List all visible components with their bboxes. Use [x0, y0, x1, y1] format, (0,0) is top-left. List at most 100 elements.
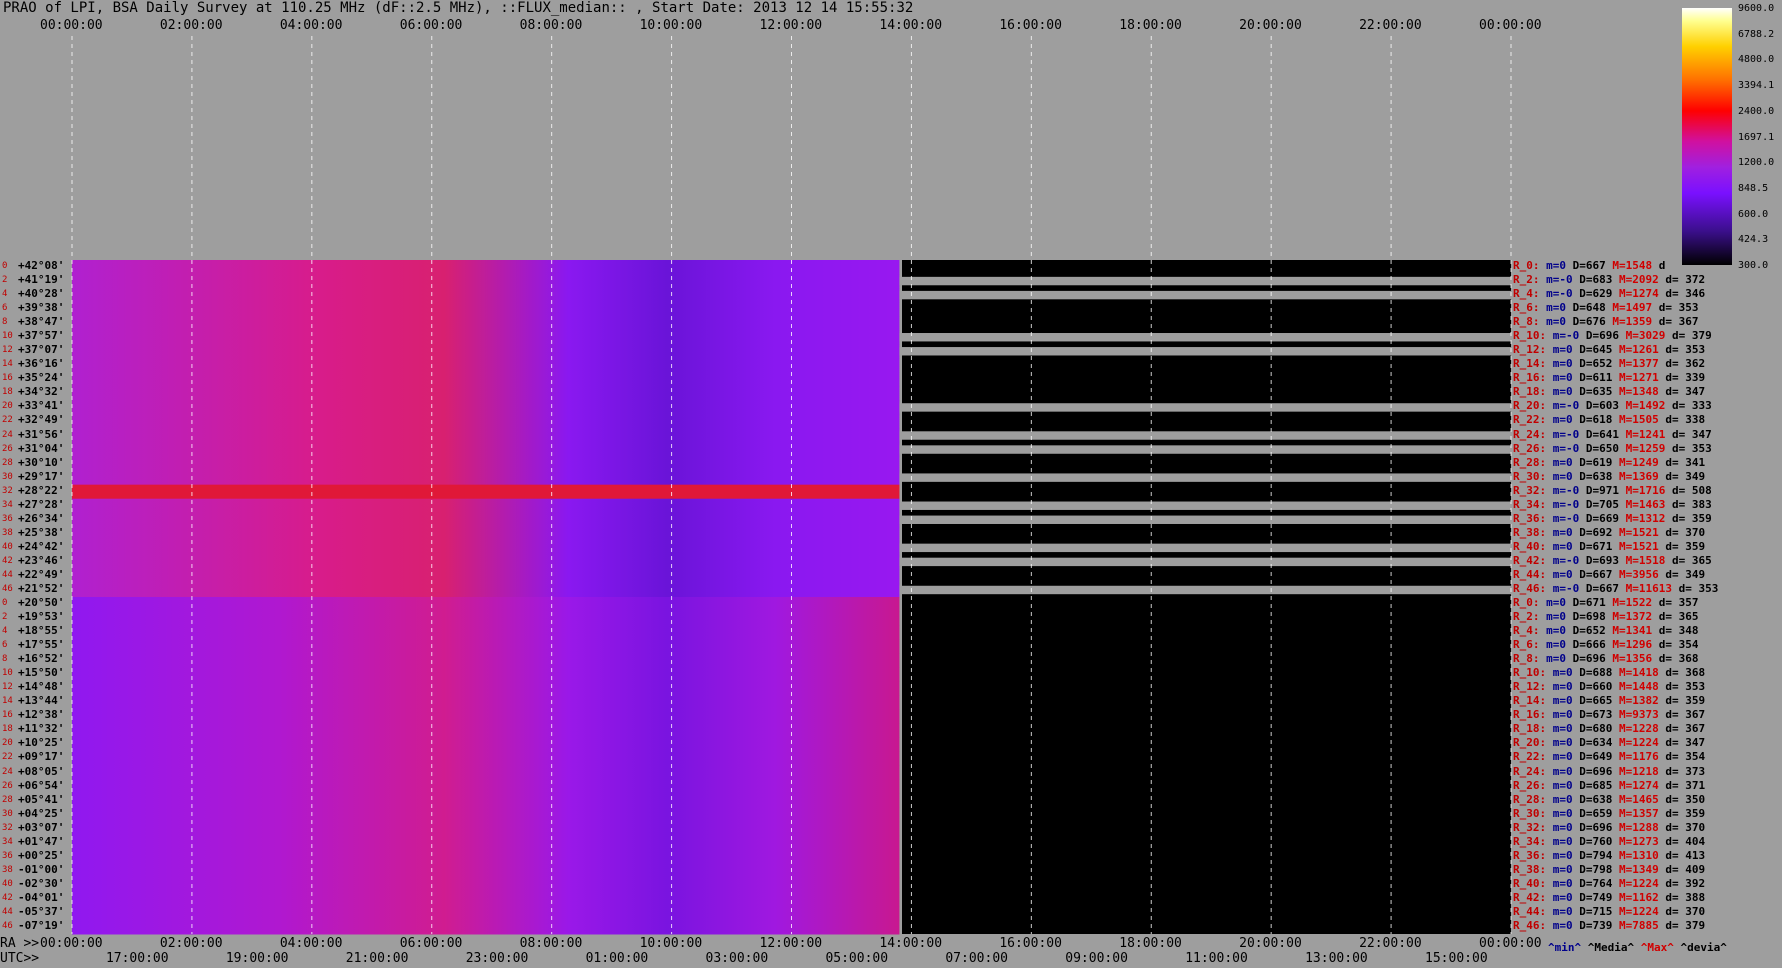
- row-stat-label: R_14:: [1513, 694, 1547, 708]
- missing-data-streak: [899, 515, 1511, 524]
- row-stat-min: m=-0: [1546, 329, 1580, 343]
- row-stat-dev: d= 379: [1665, 329, 1712, 343]
- row-stat-median: D=638: [1572, 469, 1613, 483]
- row-stat-min: m=-0: [1539, 287, 1573, 301]
- row-index: 24: [2, 429, 13, 440]
- declination-label: +16°52': [18, 652, 65, 666]
- row-stat-median: D=705: [1579, 497, 1619, 511]
- heatmap-row: [72, 288, 900, 303]
- row-stat-max: M=1716: [1619, 483, 1666, 497]
- row-stat-dev: d= 339: [1658, 371, 1706, 385]
- row-stat-dev: d= 370: [1658, 525, 1706, 539]
- ra-tick-label: 06:00:00: [399, 936, 463, 951]
- declination-label: +30°10': [18, 455, 65, 469]
- legend-dev: ^devia^: [1680, 941, 1727, 954]
- row-stat-max: M=1357: [1612, 806, 1659, 820]
- utc-tick-label: 01:00:00: [585, 951, 649, 966]
- missing-data-streak: [899, 557, 1511, 567]
- heatmap-row: [72, 400, 900, 415]
- row-stat-label: R_32:: [1513, 820, 1547, 834]
- row-stat-label: R_22:: [1513, 750, 1547, 764]
- declination-label: -02°30': [18, 876, 65, 890]
- row-stat-label: R_26:: [1513, 441, 1547, 455]
- row-index: 16: [2, 710, 13, 721]
- row-stat-min: m=0: [1539, 624, 1566, 638]
- row-stat-median: D=794: [1572, 848, 1613, 862]
- row-stat-label: R_6:: [1513, 638, 1540, 652]
- row-stat-dev: d= 353: [1658, 343, 1706, 357]
- heatmap-row: [72, 330, 900, 345]
- heatmap-row: [72, 316, 900, 331]
- declination-label: +28°22': [18, 483, 65, 497]
- row-stat-label: R_20:: [1513, 399, 1547, 413]
- declination-label: +31°56': [18, 427, 65, 441]
- row-stat-max: M=1348: [1612, 385, 1659, 399]
- row-stat-label: R_38:: [1513, 525, 1547, 539]
- row-stat-dev: d= 359: [1665, 511, 1712, 525]
- row-stat-max: M=1377: [1612, 357, 1659, 371]
- utc-tick-label: 05:00:00: [825, 951, 889, 966]
- row-stat-label: R_36:: [1513, 848, 1547, 862]
- heatmap-row: [72, 414, 900, 429]
- heatmap-row: [72, 863, 900, 879]
- heatmap-row: [72, 456, 900, 472]
- row-stat-label: R_16:: [1513, 371, 1547, 385]
- row-stats: R_18: m=0 D=635 M=1348 d= 347: [1513, 386, 1705, 398]
- heatmap-row: [72, 793, 900, 809]
- heatmap-row: [72, 835, 900, 851]
- row-stat-median: D=683: [1572, 273, 1613, 287]
- row-stat-median: D=685: [1572, 778, 1613, 792]
- row-stat-label: R_0:: [1513, 259, 1540, 272]
- row-stats: R_42: m=0 D=749 M=1162 d= 388: [1513, 890, 1705, 904]
- row-stats: R_4: m=0 D=652 M=1341 d= 348: [1513, 625, 1698, 637]
- row-stats: R_38: m=0 D=692 M=1521 d= 370: [1513, 525, 1706, 539]
- row-stat-median: D=676: [1566, 315, 1606, 329]
- row-stat-dev: d= 359: [1658, 539, 1706, 553]
- row-stat-min: m=-0: [1546, 427, 1580, 441]
- row-stat-max: M=1521: [1612, 539, 1659, 553]
- row-stat-dev: d= 354: [1652, 638, 1699, 652]
- row-stat-label: R_34:: [1513, 497, 1547, 511]
- row-stat-max: M=11613: [1619, 581, 1672, 595]
- row-index: 6: [2, 303, 8, 314]
- row-stat-max: M=1448: [1612, 680, 1659, 694]
- row-stat-median: D=660: [1572, 680, 1613, 694]
- declination-label: +13°44': [18, 694, 65, 708]
- row-index: 8: [2, 654, 8, 665]
- row-stats: R_46: m=-0 D=667 M=11613 d= 353: [1513, 581, 1718, 595]
- row-stat-median: D=650: [1579, 441, 1619, 455]
- row-stat-min: m=0: [1546, 750, 1573, 764]
- heatmap-row: [72, 891, 900, 907]
- row-index: 4: [2, 626, 8, 637]
- row-stat-max: M=1162: [1612, 890, 1659, 904]
- missing-data-streak: [899, 333, 1511, 342]
- row-index: 14: [2, 359, 13, 370]
- row-stat-min: m=0: [1546, 862, 1573, 876]
- row-stat-label: R_0:: [1513, 596, 1540, 609]
- row-index: 30: [2, 808, 13, 819]
- row-stats: R_30: m=0 D=638 M=1369 d= 349: [1513, 469, 1705, 483]
- top-tick-label: 10:00:00: [639, 18, 703, 33]
- heatmap-row: [72, 484, 900, 500]
- missing-data-streak: [899, 585, 1511, 595]
- heatmap-row: [72, 358, 900, 373]
- row-stat-dev: d= 354: [1658, 750, 1706, 764]
- row-stat-label: R_36:: [1513, 511, 1547, 525]
- row-stat-min: m=0: [1539, 638, 1566, 652]
- row-stat-label: R_10:: [1513, 666, 1547, 680]
- row-stat-max: M=1522: [1605, 596, 1653, 609]
- declination-label: -07°19': [18, 918, 65, 932]
- row-stat-max: M=1369: [1612, 469, 1659, 483]
- row-stat-dev: d= 350: [1658, 792, 1706, 806]
- row-stat-median: D=696: [1572, 764, 1613, 778]
- row-stat-min: m=0: [1546, 666, 1573, 680]
- row-index: 46: [2, 583, 13, 594]
- row-stat-dev: d= 359: [1658, 806, 1706, 820]
- row-stats: R_18: m=0 D=680 M=1228 d= 367: [1513, 723, 1705, 735]
- top-tick-label: 16:00:00: [999, 18, 1062, 33]
- row-stat-label: R_42:: [1513, 553, 1547, 567]
- row-stat-max: M=1548: [1605, 259, 1653, 272]
- row-stat-dev: d= 347: [1658, 385, 1706, 399]
- utc-tick-label: 23:00:00: [465, 951, 529, 966]
- heatmap-row: [72, 554, 900, 570]
